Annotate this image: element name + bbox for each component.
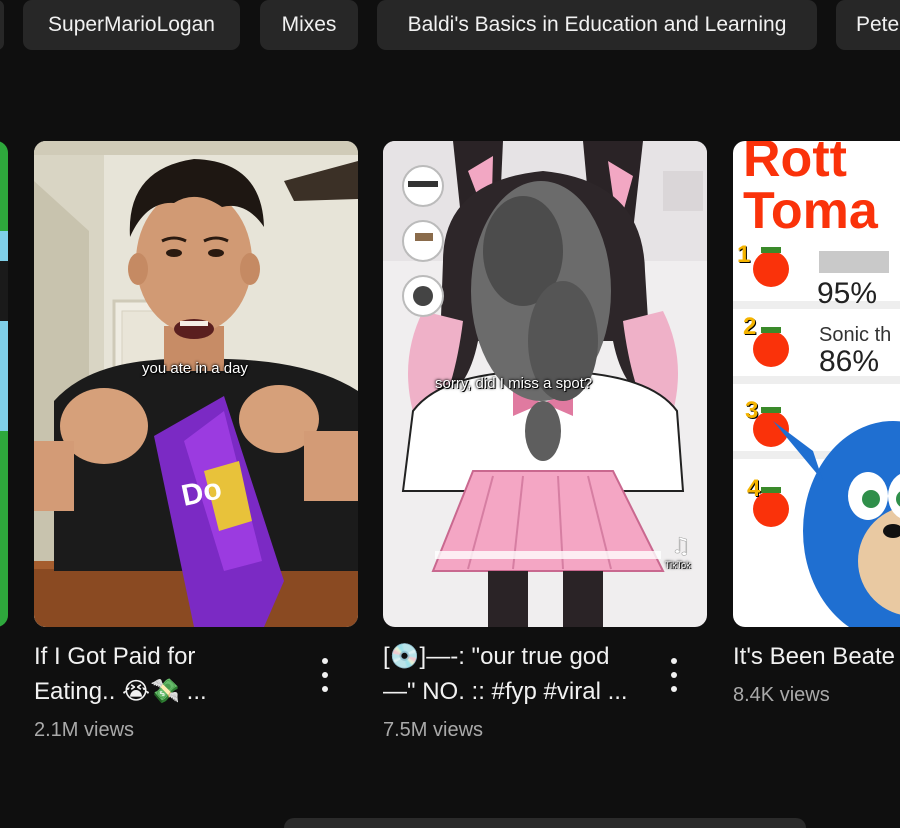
svg-text:♫: ♫ xyxy=(671,534,691,559)
chip-baldis-basics[interactable]: Baldi's Basics in Education and Learning xyxy=(377,0,817,50)
bottom-sheet-handle[interactable] xyxy=(284,818,806,828)
short-title-2-line2: —" NO. :: #fyp #viral ... xyxy=(383,678,628,705)
rotten-tomatoes-logo: Rott Toma xyxy=(743,141,878,237)
rank-name-2: Sonic th xyxy=(819,324,892,346)
chip-bar: SuperMarioLogan Mixes Baldi's Basics in … xyxy=(0,0,900,52)
short-title-1-line2: Eating.. 😭💸 ... xyxy=(34,678,207,705)
rank-number-3: 3 xyxy=(745,397,759,424)
banner-line-1: Rott xyxy=(743,141,847,188)
short-thumbnail-offscreen[interactable] xyxy=(0,141,8,627)
short-thumbnail-2[interactable]: ♫ sorry, did I miss a spot? TikTok xyxy=(383,141,707,627)
tiktok-icon: TikTok xyxy=(665,560,691,570)
short-title-2-line1: [💿]—-: "our true god xyxy=(383,643,610,670)
chip-supermariologan[interactable]: SuperMarioLogan xyxy=(23,0,240,50)
short-thumbnail-1[interactable]: Do you ate in a day xyxy=(34,141,358,627)
short-views-2: 7.5M views xyxy=(383,719,484,741)
chip-mixes[interactable]: Mixes xyxy=(260,0,358,50)
chip-offscreen[interactable] xyxy=(0,0,4,50)
short-title-3[interactable]: It's Been Beate xyxy=(733,639,900,674)
rank-score-2: 86% xyxy=(819,345,880,378)
short-overlay-caption-1: you ate in a day xyxy=(142,360,248,377)
eating-video-image: Do xyxy=(34,141,358,627)
short-views-1: 2.1M views xyxy=(34,719,135,741)
rank-score-1: 95% xyxy=(817,277,878,310)
short-title-1-line1: If I Got Paid for xyxy=(34,643,196,670)
short-title-1[interactable]: If I Got Paid for Eating.. 😭💸 ... xyxy=(34,639,304,709)
short-title-2[interactable]: [💿]—-: "our true god —" NO. :: #fyp #vir… xyxy=(383,639,653,709)
rank-number-4: 4 xyxy=(747,475,761,502)
rank-number-1: 1 xyxy=(737,241,751,268)
short-thumbnail-3[interactable]: Rott Toma 1 95% 2 Sonic th 86% 3 4 xyxy=(733,141,900,627)
chip-pete[interactable]: Pete xyxy=(836,0,900,50)
short-views-3: 8.4K views xyxy=(733,684,830,706)
short-overlay-caption-2: sorry, did I miss a spot? xyxy=(435,375,593,392)
more-vert-icon[interactable] xyxy=(664,658,684,692)
more-vert-icon[interactable] xyxy=(315,658,335,692)
shorts-shelf-page: SuperMarioLogan Mixes Baldi's Basics in … xyxy=(0,0,900,828)
short-title-3-line1: It's Been Beate xyxy=(733,643,896,670)
rank-number-2: 2 xyxy=(743,313,757,340)
banner-line-2: Toma xyxy=(743,182,878,240)
